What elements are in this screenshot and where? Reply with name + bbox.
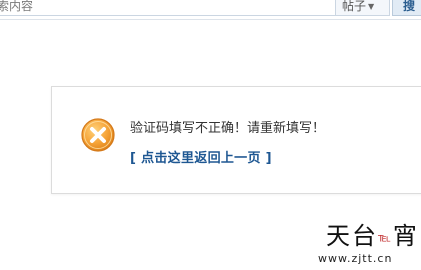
- message-box: 验证码填写不正确！请重新填写！ [ 点击这里返回上一页 ]: [51, 86, 421, 194]
- back-link[interactable]: [ 点击这里返回上一页 ]: [130, 147, 272, 166]
- watermark-chars: 天台℡宵: [326, 222, 419, 250]
- header-divider: [0, 19, 421, 20]
- error-message: 验证码填写不正确！请重新填写！: [130, 121, 326, 136]
- error-icon: [81, 118, 115, 152]
- search-button-label: 搜: [403, 0, 416, 13]
- search-input[interactable]: 索内容: [0, 0, 336, 16]
- watermark-url: www.zjtt.cn: [318, 252, 393, 265]
- search-type-label: 帖子: [342, 0, 367, 13]
- watermark-logo: 天台℡宵 www.zjtt.cn: [318, 214, 421, 270]
- chevron-down-icon: ▼: [368, 2, 375, 11]
- search-button[interactable]: 搜: [392, 0, 421, 16]
- search-bar: 索内容 帖子 ▼ 搜: [0, 0, 421, 20]
- search-input-text: 索内容: [0, 0, 34, 13]
- search-type-select[interactable]: 帖子 ▼: [336, 0, 390, 16]
